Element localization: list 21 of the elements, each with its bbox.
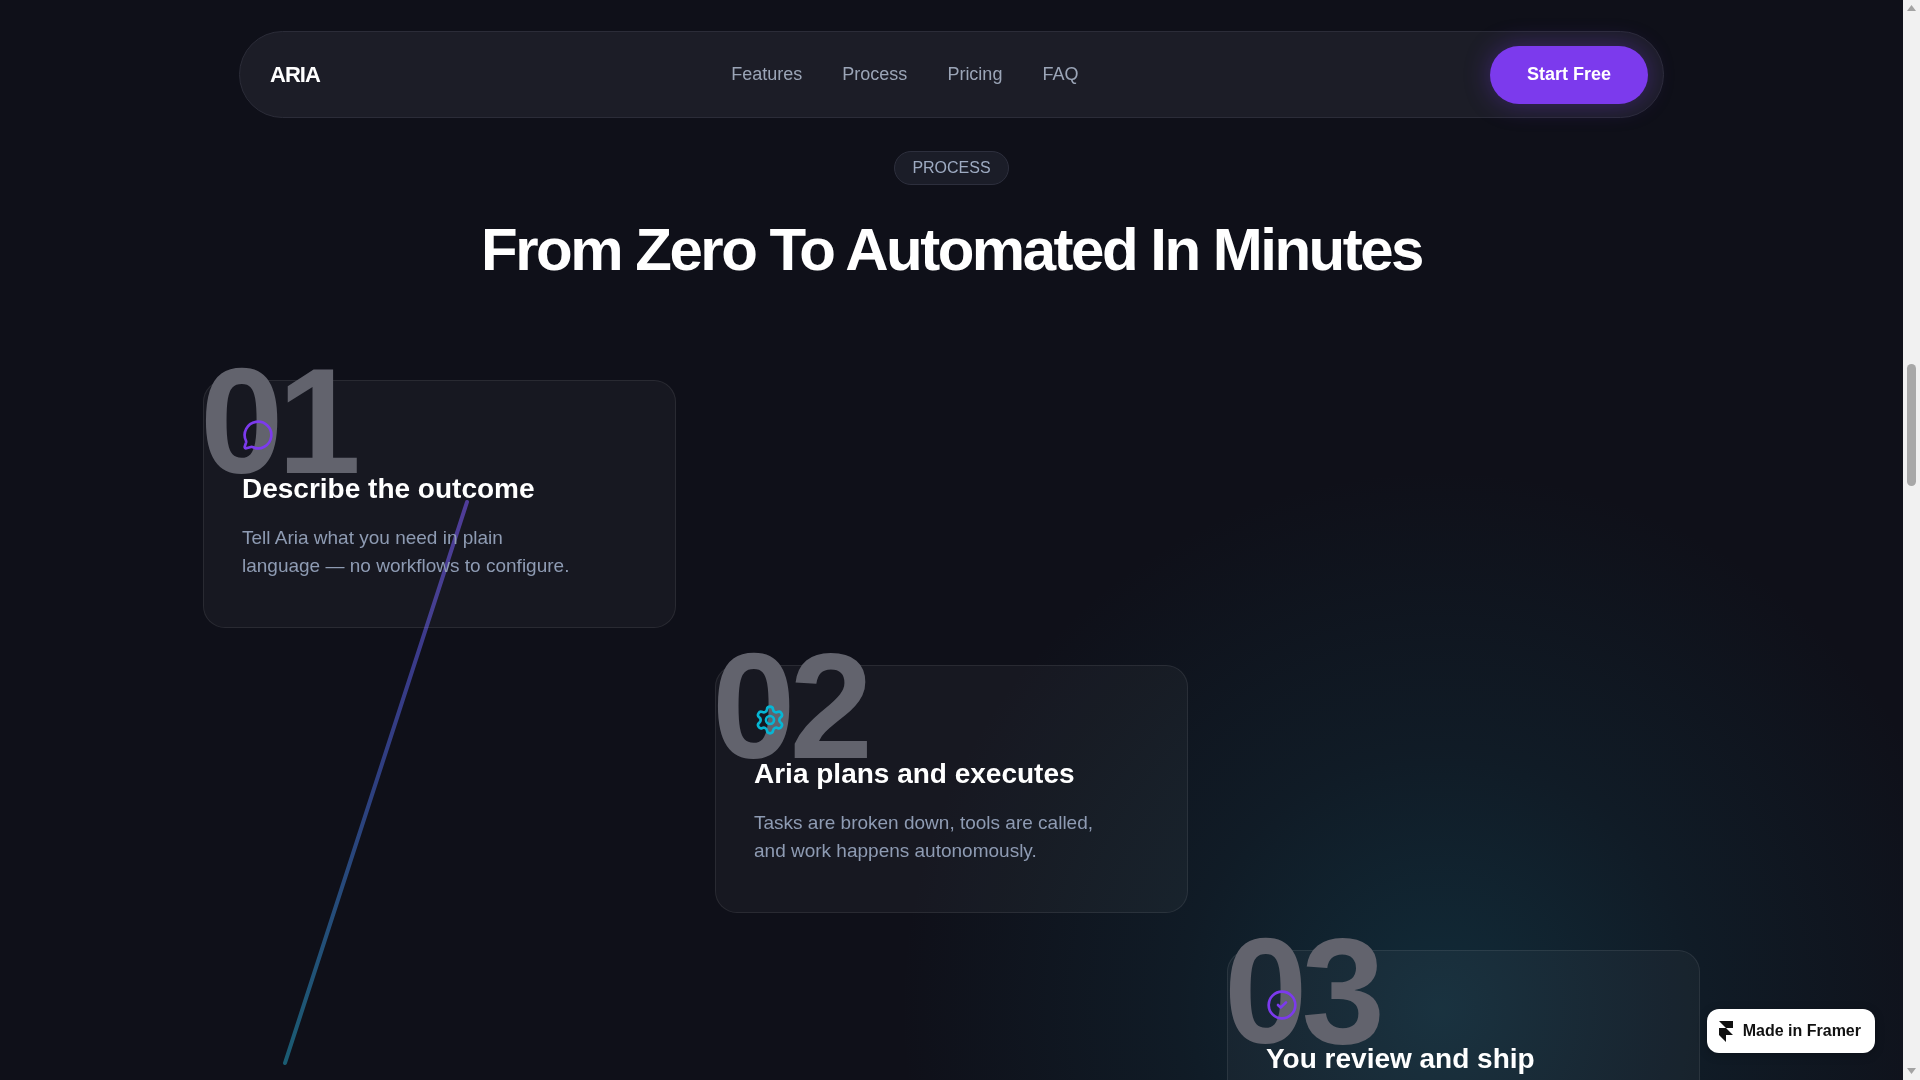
section-label: PROCESS xyxy=(894,151,1009,185)
step-description: Tasks are broken down, tools are called, and work happens autonomously. xyxy=(754,811,1094,863)
step-title: Describe the outcome xyxy=(242,475,535,503)
scrollbar-thumb[interactable] xyxy=(1907,364,1916,486)
start-free-button[interactable]: Start Free xyxy=(1489,45,1648,104)
step-title: You review and ship xyxy=(1266,1045,1535,1073)
nav-link[interactable]: Pricing xyxy=(947,64,1003,85)
logo-text[interactable]: ARIA xyxy=(270,61,320,88)
logo-icon xyxy=(1718,1020,1733,1042)
nav-link[interactable]: Features xyxy=(731,64,803,85)
scroll-down-icon[interactable] xyxy=(1907,1068,1916,1074)
scrollbar-track[interactable] xyxy=(1903,0,1920,1080)
step-number: 01 xyxy=(200,367,355,475)
made-in-framer-badge[interactable]: Made in Framer xyxy=(1706,1009,1875,1053)
nav-link[interactable]: FAQ xyxy=(1042,64,1079,85)
nav-link[interactable]: Process xyxy=(842,64,908,85)
section-heading: From Zero To Automated In Minutes xyxy=(481,217,1422,283)
step-number: 02 xyxy=(712,652,867,760)
scroll-up-icon[interactable] xyxy=(1907,5,1916,11)
step-number: 03 xyxy=(1224,937,1379,1045)
step-title: Aria plans and executes xyxy=(754,760,1075,788)
